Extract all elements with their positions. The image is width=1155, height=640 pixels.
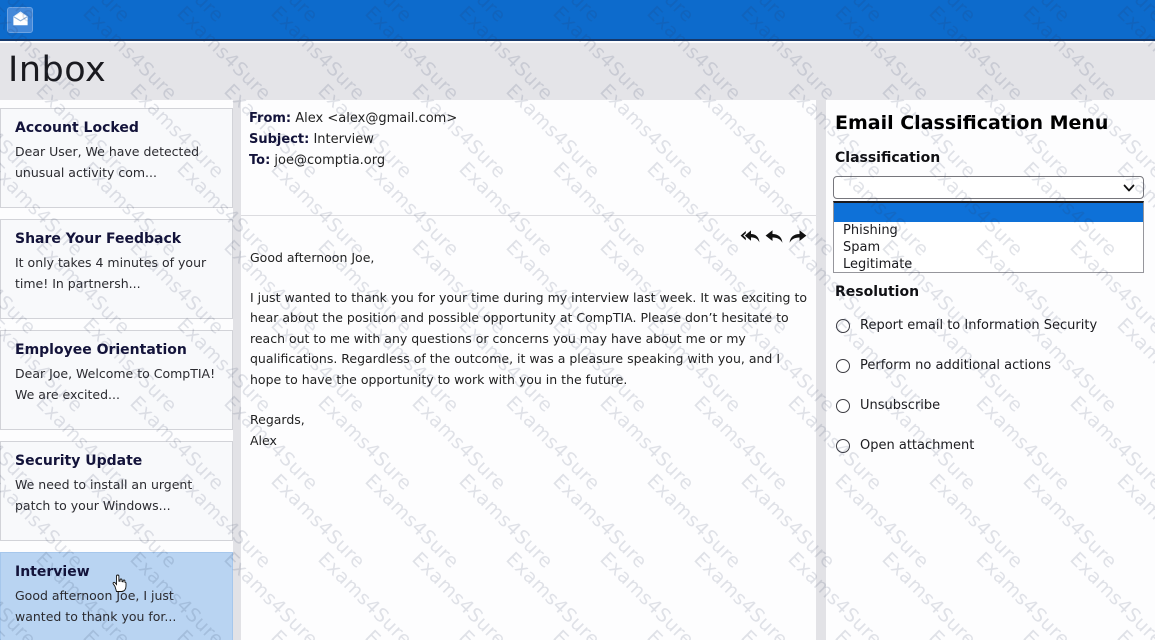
- radio-open-attachment[interactable]: Open attachment: [836, 438, 974, 453]
- email-title: Share Your Feedback: [15, 231, 218, 247]
- radio-button-icon[interactable]: [836, 319, 850, 333]
- body-paragraph: I just wanted to thank you for your time…: [250, 288, 808, 391]
- reply-all-button[interactable]: [740, 228, 760, 244]
- classification-label: Classification: [835, 150, 940, 166]
- forward-icon: [788, 232, 808, 247]
- header-body-divider: [241, 215, 816, 216]
- classification-menu-pane: Email Classification Menu Classification…: [826, 100, 1155, 640]
- classification-dropdown-list: Phishing Spam Legitimate: [833, 201, 1144, 273]
- to-value: joe@comptia.org: [274, 153, 385, 168]
- dropdown-option-phishing[interactable]: Phishing: [834, 222, 1143, 239]
- top-bar: [0, 0, 1155, 41]
- forward-button[interactable]: [788, 228, 808, 244]
- list-item-interview[interactable]: Interview Good afternoon Joe, I just wan…: [0, 552, 233, 640]
- email-preview: We need to install an urgent patch to yo…: [15, 474, 218, 516]
- subject-label: Subject:: [249, 132, 309, 147]
- list-item-account-locked[interactable]: Account Locked Dear User, We have detect…: [0, 108, 233, 208]
- dropdown-option-blank-selected[interactable]: [834, 203, 1143, 222]
- from-value: Alex <alex@gmail.com>: [295, 111, 457, 126]
- body-greeting: Good afternoon Joe,: [250, 248, 808, 269]
- radio-label[interactable]: Open attachment: [860, 438, 974, 453]
- classification-menu-title: Email Classification Menu: [835, 112, 1108, 134]
- body-signoff: Regards,: [250, 409, 808, 430]
- email-title: Account Locked: [15, 120, 218, 136]
- email-preview: Dear User, We have detected unusual acti…: [15, 141, 218, 183]
- message-header: From: Alex <alex@gmail.com> Subject: Int…: [249, 108, 457, 171]
- email-preview: It only takes 4 minutes of your time! In…: [15, 252, 218, 294]
- vertical-divider: [816, 100, 826, 640]
- page-title: Inbox: [8, 50, 106, 90]
- subject-value: Interview: [313, 132, 373, 147]
- classification-select[interactable]: [833, 176, 1144, 199]
- email-preview: Good afternoon Joe, I just wanted to tha…: [15, 585, 218, 627]
- message-actions: [740, 228, 808, 244]
- radio-label[interactable]: Report email to Information Security: [860, 318, 1097, 333]
- from-label: From:: [249, 111, 291, 126]
- email-title: Security Update: [15, 453, 218, 469]
- inbox-header-band: Inbox: [0, 43, 1155, 100]
- dropdown-option-spam[interactable]: Spam: [834, 239, 1143, 256]
- from-line: From: Alex <alex@gmail.com>: [249, 108, 457, 129]
- message-body: Good afternoon Joe, I just wanted to tha…: [250, 248, 808, 451]
- dropdown-option-legitimate[interactable]: Legitimate: [834, 256, 1143, 273]
- subject-line: Subject: Interview: [249, 129, 457, 150]
- radio-label[interactable]: Unsubscribe: [860, 398, 940, 413]
- list-item-security-update[interactable]: Security Update We need to install an ur…: [0, 441, 233, 541]
- email-title: Interview: [15, 564, 218, 580]
- radio-button-icon[interactable]: [836, 359, 850, 373]
- radio-no-additional-actions[interactable]: Perform no additional actions: [836, 358, 1051, 373]
- list-item-employee-orientation[interactable]: Employee Orientation Dear Joe, Welcome t…: [0, 330, 233, 430]
- radio-report-to-infosec[interactable]: Report email to Information Security: [836, 318, 1097, 333]
- radio-label[interactable]: Perform no additional actions: [860, 358, 1051, 373]
- message-pane: From: Alex <alex@gmail.com> Subject: Int…: [241, 100, 816, 640]
- vertical-divider: [233, 100, 241, 640]
- body-signature: Alex: [250, 430, 808, 451]
- open-envelope-icon: [11, 9, 30, 32]
- mail-app-button[interactable]: [7, 7, 33, 33]
- email-title: Employee Orientation: [15, 342, 218, 358]
- chevron-down-icon: [1121, 180, 1137, 200]
- email-list: Account Locked Dear User, We have detect…: [0, 100, 233, 640]
- list-item-share-your-feedback[interactable]: Share Your Feedback It only takes 4 minu…: [0, 219, 233, 319]
- resolution-label: Resolution: [835, 284, 919, 300]
- email-preview: Dear Joe, Welcome to CompTIA! We are exc…: [15, 363, 218, 405]
- radio-unsubscribe[interactable]: Unsubscribe: [836, 398, 940, 413]
- reply-all-icon: [740, 232, 760, 247]
- to-label: To:: [249, 153, 270, 168]
- reply-icon: [764, 232, 784, 247]
- radio-button-icon[interactable]: [836, 399, 850, 413]
- to-line: To: joe@comptia.org: [249, 150, 457, 171]
- reply-button[interactable]: [764, 228, 784, 244]
- radio-button-icon[interactable]: [836, 439, 850, 453]
